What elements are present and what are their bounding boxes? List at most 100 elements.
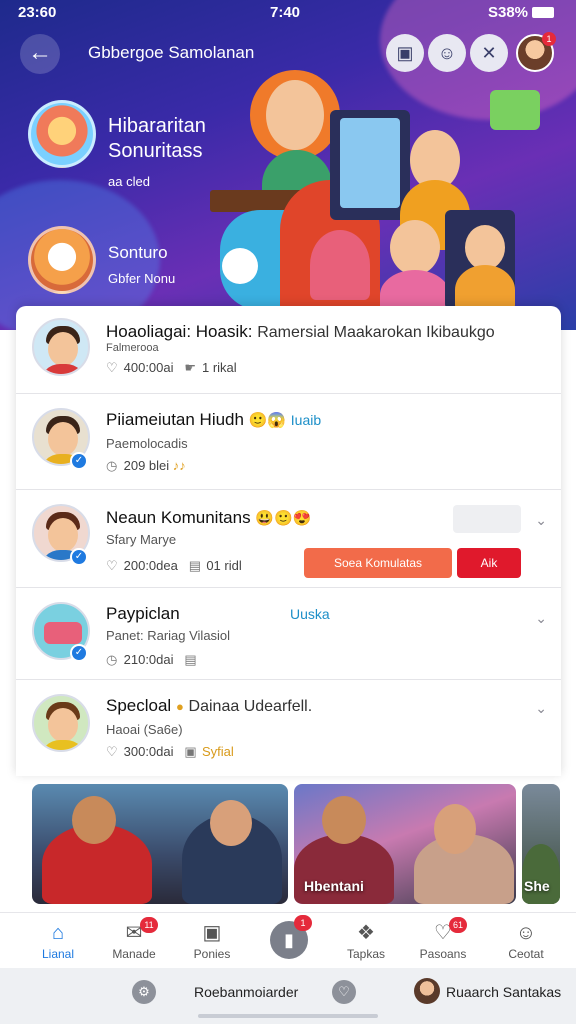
status-time: 7:40 (270, 4, 301, 21)
list-item[interactable]: Hoaoliagai: Hoasik: Ramersial Maakarokan… (16, 306, 561, 394)
nav-item-photos[interactable]: ▣ Ponies (172, 921, 252, 961)
photo-card[interactable]: Hbentani (294, 784, 516, 904)
nav-item-tags[interactable]: ❖ Tapkas (326, 921, 406, 961)
emoji-icon: 😃🙂😍 (255, 510, 312, 527)
tag-icon: ❖ (357, 922, 375, 944)
list-item[interactable]: ✓ Neaun Komunitans 😃🙂😍 Sfary Marye ♡ 200… (16, 490, 561, 588)
photo-caption: She (524, 878, 550, 894)
back-button[interactable]: ← (20, 34, 60, 74)
emoji-icon: 🙂😱 (248, 412, 287, 429)
verified-icon: ✓ (70, 548, 88, 566)
chevron-down-icon[interactable]: ⌄ (535, 700, 547, 717)
photo-card[interactable] (32, 784, 288, 904)
avatar (32, 318, 90, 376)
nav-item-profile[interactable]: ☺ Ceotat (486, 921, 566, 961)
doc-icon: ▤ (188, 558, 201, 573)
settings-icon[interactable]: ⚙ (132, 980, 156, 1004)
list-item[interactable]: Specloal ● Dainaa Udearfell. Haoai (Sa6e… (16, 680, 561, 776)
battery-icon (532, 7, 554, 18)
home-indicator[interactable] (198, 1014, 378, 1018)
document-icon: ▮ (284, 930, 294, 950)
sysbar-text-left: Roebanmoiarder (194, 984, 299, 1000)
heart-icon: ♡ (434, 922, 452, 944)
nav-badge: 11 (140, 917, 158, 933)
system-bar: ⚙ Roebanmoiarder ♡ Ruaarch Santakas (0, 968, 576, 1024)
nav-item-home[interactable]: ⌂ Lianal (18, 921, 98, 961)
list-item-meta: ♡ 300:0dai ▣ Syfial (106, 744, 234, 759)
status-battery: S38% (488, 4, 554, 21)
hero-item-title-2: Sonuritass (108, 140, 203, 162)
bottom-nav: ⌂ Lianal ✉ 11 Manade ▣ Ponies ▮ 1 ❖ Tapk… (0, 912, 576, 968)
list-item-tag: Iuaib (290, 412, 322, 428)
hero-item-subtitle: aa cled (108, 174, 150, 189)
like-icon: ♡ (106, 558, 118, 573)
list-item-subtitle: Panet: Rariag Vilasiol (106, 628, 231, 643)
chevron-down-icon[interactable]: ⌄ (535, 610, 547, 627)
chat-icon: ✉ (125, 922, 143, 944)
community-list: Hoaoliagai: Hoasik: Ramersial Maakarokan… (16, 306, 561, 776)
list-item-subtitle: Sfary Marye (106, 532, 177, 547)
folder-icon: ▣ (184, 744, 197, 759)
list-item-title: Hoaoliagai: Hoasik: (106, 322, 253, 341)
list-item-meta: ♡ 200:0dea ▤ 01 ridl (106, 558, 242, 573)
status-time-left: 23:60 (18, 4, 57, 21)
hero-item-icon (28, 226, 96, 294)
hero-item-title: Sonturo (108, 243, 168, 262)
nav-item-label: Ponies (193, 947, 231, 961)
see-community-button[interactable]: Soea Komulatas (304, 548, 452, 578)
list-item-title: Piiameiutan Hiudh (106, 410, 244, 429)
hero-banner: 23:60 7:40 S38% ← Gbbergoe Samolanan ▣ ☺… (0, 0, 576, 330)
list-item-subtitle: Falmerooa (106, 342, 159, 354)
list-item-title-extra: Dainaa Udearfell. (188, 698, 313, 715)
photo-card[interactable]: She (522, 784, 560, 904)
music-icon: ♪♪ (172, 458, 186, 473)
community-illustration (200, 60, 560, 320)
photo-caption: Hbentani (304, 878, 364, 894)
nav-badge: 61 (449, 917, 467, 933)
join-button[interactable]: Aik (457, 548, 521, 578)
list-item-meta: ◷ 209 blei ♪♪ (106, 458, 186, 473)
create-button[interactable]: ▮ 1 (270, 915, 312, 959)
list-item-title: Specloal (106, 696, 172, 715)
list-item-title-extra: Ramersial Maakarokan Ikibaukgo (257, 324, 495, 341)
list-item-meta: ♡ 400:00ai ☛ 1 rikal (106, 360, 237, 375)
doc-icon: ▤ (184, 652, 197, 667)
photo-icon: ▣ (202, 922, 222, 944)
list-item-subtitle: Paemolocadis (106, 436, 188, 451)
list-item-tag: Uuska (290, 606, 330, 622)
nav-item-label: Tapkas (346, 947, 386, 961)
nav-item-label: Manade (112, 947, 156, 961)
nav-badge: 1 (294, 915, 312, 931)
arrow-left-icon: ← (28, 39, 52, 66)
heart-icon[interactable]: ♡ (332, 980, 356, 1004)
profile-icon: ☺ (515, 922, 537, 944)
nav-item-messages[interactable]: ✉ 11 Manade (94, 917, 174, 961)
avatar[interactable] (414, 978, 440, 1004)
avatar (32, 694, 90, 752)
list-item-title: Paypiclan (106, 604, 180, 623)
like-icon: ♡ (106, 744, 118, 759)
verified-icon: ✓ (70, 644, 88, 662)
like-icon: ♡ (106, 360, 118, 375)
hero-item-subtitle: Gbfer Nonu (108, 271, 176, 286)
nav-item-favorites[interactable]: ♡ 61 Pasoans (403, 917, 483, 961)
hero-item-title: Hibararitan (108, 115, 206, 137)
list-item-meta: ◷ 210:0dai ▤ (106, 652, 197, 667)
placeholder-pill (453, 505, 521, 533)
home-icon: ⌂ (51, 922, 65, 944)
list-item-title: Neaun Komunitans (106, 508, 251, 527)
nav-item-label: Ceotat (508, 947, 544, 961)
status-bar: 23:60 7:40 S38% (0, 0, 576, 26)
sysbar-text-right: Ruaarch Santakas (446, 984, 562, 1000)
list-item[interactable]: ✓ Piiameiutan Hiudh 🙂😱 Iuaib Paemolocadi… (16, 394, 561, 490)
list-item[interactable]: ✓ Paypiclan Uuska Panet: Rariag Vilasiol… (16, 588, 561, 680)
clock-icon: ◷ (106, 458, 118, 473)
list-item-subtitle: Haoai (Sa6e) (106, 722, 183, 737)
badge-icon: ● (175, 699, 184, 714)
nav-item-label: Lianal (41, 947, 75, 961)
chevron-down-icon[interactable]: ⌄ (535, 512, 547, 529)
notification-badge: 1 (542, 32, 556, 46)
hero-item-icon (28, 100, 96, 168)
photo-strip: Hbentani She (0, 784, 576, 904)
clock-icon: ◷ (106, 652, 118, 667)
